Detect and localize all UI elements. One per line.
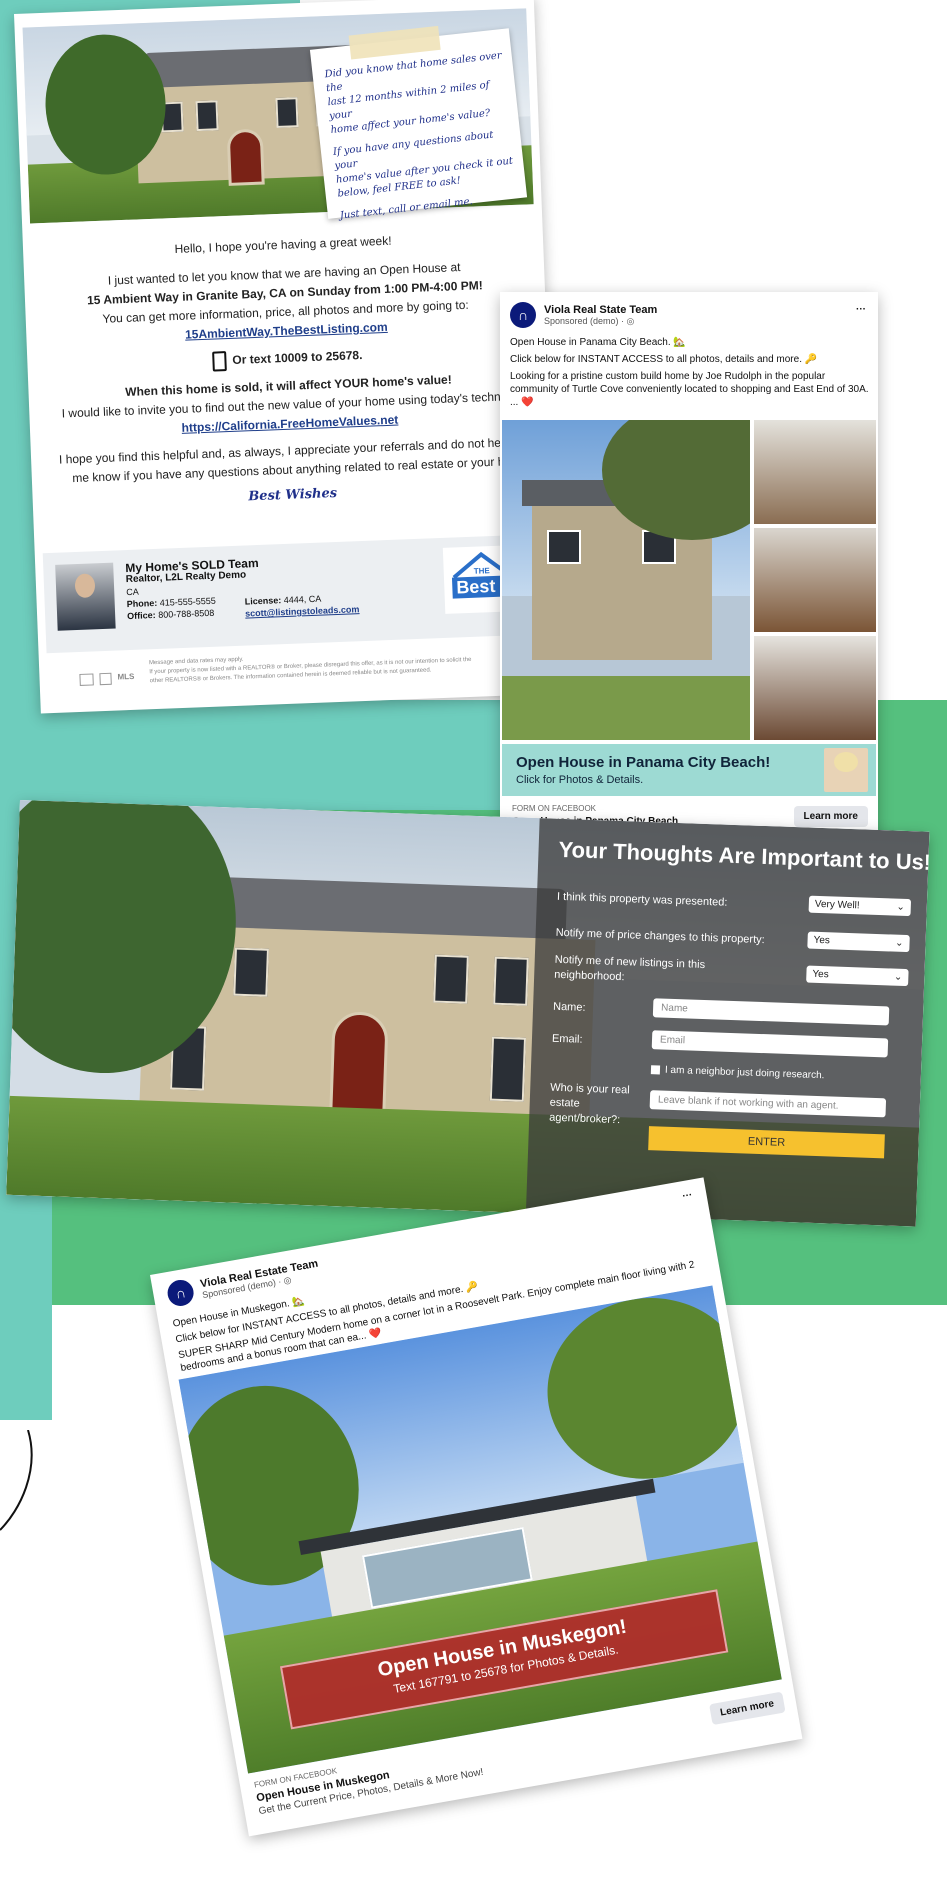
ad-banner[interactable]: Open House in Panama City Beach! Click f… xyxy=(502,744,876,796)
agent-label: Who is your real estate agent/broker?: xyxy=(549,1081,630,1127)
globe-icon: ◎ xyxy=(282,1274,293,1286)
sticky-note: Did you know that home sales over the la… xyxy=(309,25,528,222)
page-logo-icon: ∩ xyxy=(165,1277,196,1309)
main-photo xyxy=(502,420,750,740)
thumb-photo xyxy=(754,528,876,632)
question-label: Notify me of price changes to this prope… xyxy=(555,926,765,947)
realtor-icon xyxy=(99,672,112,686)
name-input[interactable]: Name xyxy=(652,998,890,1026)
chevron-down-icon: ⌄ xyxy=(896,901,905,913)
page-name[interactable]: Viola Real State Team xyxy=(544,304,657,316)
learn-more-button[interactable]: Learn more xyxy=(708,1691,786,1726)
footer-icons: MLS xyxy=(79,671,135,686)
disclaimer: Message and data rates may apply. If you… xyxy=(148,656,472,685)
chevron-down-icon: ⌄ xyxy=(893,971,903,983)
globe-icon: ◎ xyxy=(626,315,635,326)
signature-block: My Home's SOLD Team Realtor, L2L Realty … xyxy=(42,533,551,654)
form-label: FORM ON FACEBOOK xyxy=(512,804,597,813)
banner-subtitle: Click for Photos & Details. xyxy=(516,774,644,786)
agent-input[interactable]: Leave blank if not working with an agent… xyxy=(649,1090,887,1118)
letter-card: Did you know that home sales over the la… xyxy=(14,0,561,714)
checkbox[interactable] xyxy=(650,1065,661,1075)
post-line: Looking for a pristine custom build home… xyxy=(510,371,869,408)
banner-title: Open House in Panama City Beach! xyxy=(516,754,771,771)
chevron-down-icon: ⌄ xyxy=(894,937,904,949)
agent-avatar xyxy=(824,748,868,792)
thumb-photo xyxy=(754,636,876,740)
thumb-photo xyxy=(754,420,876,524)
office-number: 800-788-8508 xyxy=(158,607,215,620)
agent-photo xyxy=(55,562,116,631)
learn-more-button[interactable]: Learn more xyxy=(793,806,868,827)
email-label: Email: xyxy=(551,1032,583,1046)
facebook-ad-muskegon: ∩ Viola Real Estate Team Sponsored (demo… xyxy=(150,1177,803,1837)
form-panel: Your Thoughts Are Important to Us! I thi… xyxy=(525,818,930,1227)
more-options-icon[interactable]: ··· xyxy=(682,1190,694,1203)
equal-housing-icon xyxy=(79,673,94,686)
license: 4444, CA xyxy=(283,593,322,606)
question-label: I think this property was presented: xyxy=(556,890,728,909)
page-logo-icon: ∩ xyxy=(510,302,536,328)
mls-icon: MLS xyxy=(117,671,135,682)
teal-mid-panel xyxy=(52,700,502,810)
feedback-form-card: Your Thoughts Are Important to Us! I thi… xyxy=(6,800,930,1227)
neighbor-checkbox-row[interactable]: I am a neighbor just doing research. xyxy=(650,1064,825,1081)
decorative-curve xyxy=(0,1430,33,1531)
email-input[interactable]: Email xyxy=(651,1030,889,1058)
post-line: Open House in Panama City Beach. 🏡 xyxy=(510,337,686,348)
form-title: Your Thoughts Are Important to Us! xyxy=(558,836,930,875)
new-listings-select[interactable]: Yes ⌄ xyxy=(806,965,909,987)
more-options-icon[interactable]: ··· xyxy=(856,304,866,315)
enter-button[interactable]: ENTER xyxy=(648,1126,885,1159)
question-label: Notify me of new listings in this neighb… xyxy=(554,953,706,984)
price-change-select[interactable]: Yes ⌄ xyxy=(807,931,910,953)
phone-icon xyxy=(212,351,227,372)
name-label: Name: xyxy=(552,1000,586,1014)
facebook-ad-panama: ∩ Viola Real State Team Sponsored (demo)… xyxy=(500,292,878,840)
post-line: Click below for INSTANT ACCESS to all ph… xyxy=(510,354,818,365)
letter-body: Hello, I hope you're having a great week… xyxy=(23,226,553,515)
presented-select[interactable]: Very Well! ⌄ xyxy=(808,895,912,917)
sponsored-label: Sponsored (demo) · ◎ xyxy=(544,315,635,326)
